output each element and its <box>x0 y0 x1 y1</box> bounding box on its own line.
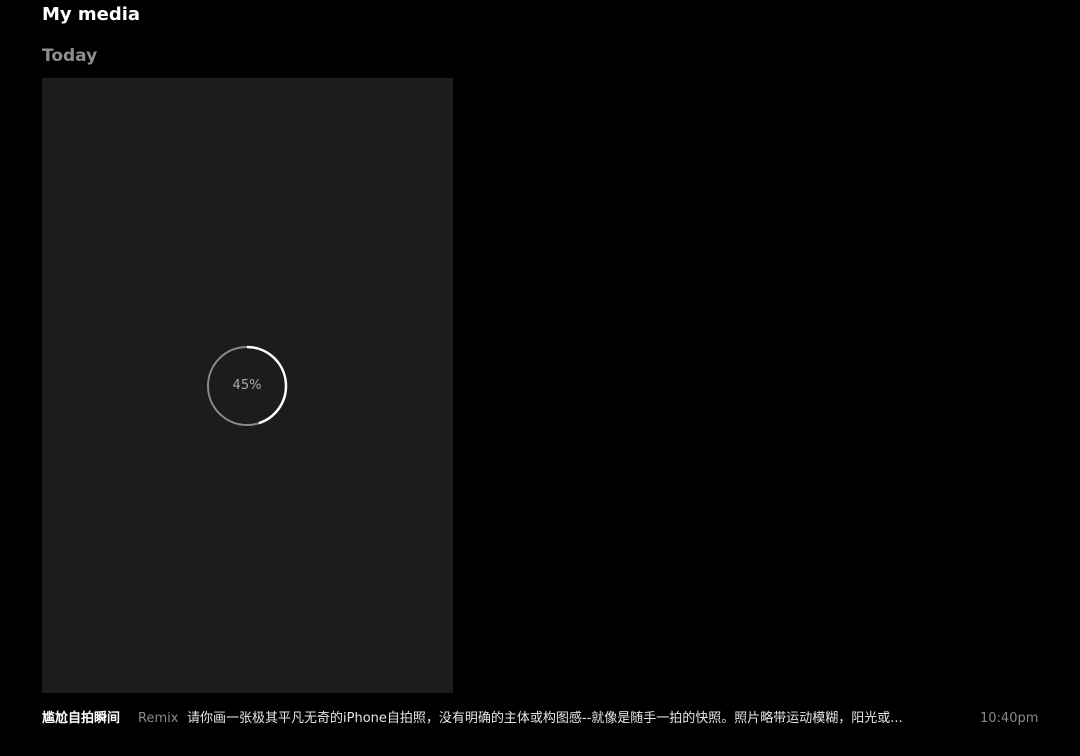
media-type-tag: Remix <box>138 711 179 726</box>
media-timestamp: 10:40pm <box>980 711 1039 726</box>
media-card[interactable]: 45% <box>42 78 453 693</box>
progress-percent-label: 45% <box>232 378 262 393</box>
media-page: My media Today 45% 尴尬自拍瞬间 Remix 请你画一张极其平… <box>0 0 1080 756</box>
progress-indicator: 45% <box>205 344 289 428</box>
media-caption-row[interactable]: 尴尬自拍瞬间 Remix 请你画一张极其平凡无奇的iPhone自拍照，没有明确的… <box>42 709 1042 729</box>
page-title: My media <box>42 4 141 25</box>
media-title: 尴尬自拍瞬间 <box>42 711 121 726</box>
section-heading-today: Today <box>42 46 98 66</box>
media-prompt-text: 请你画一张极其平凡无奇的iPhone自拍照，没有明确的主体或构图感--就像是随手… <box>187 711 903 726</box>
